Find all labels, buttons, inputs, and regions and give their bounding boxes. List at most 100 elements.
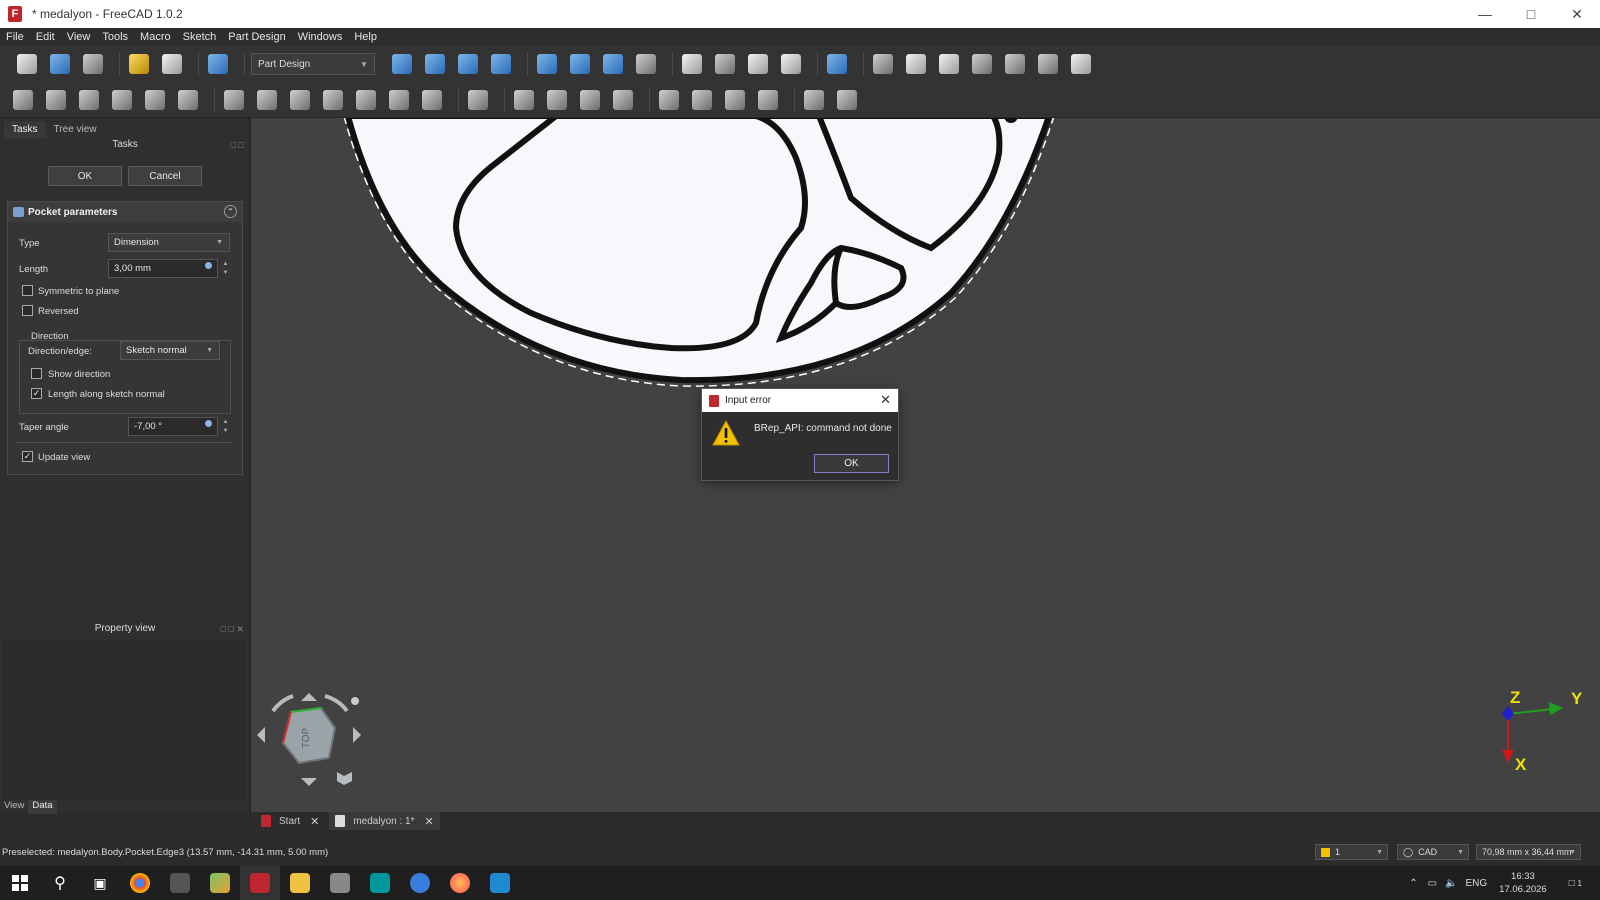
dock-close-icon[interactable]: □ □ ✕	[221, 624, 244, 635]
taskbar-vscode[interactable]	[480, 866, 520, 900]
shape-binder-button[interactable]	[1002, 51, 1028, 77]
taskbar-app-3[interactable]	[200, 866, 240, 900]
create-part-button[interactable]	[679, 51, 705, 77]
body-button[interactable]	[870, 51, 896, 77]
menu-tools[interactable]: Tools	[102, 31, 128, 43]
thickness-button[interactable]	[610, 87, 636, 113]
start-button[interactable]	[0, 866, 40, 900]
fit-selection-button[interactable]	[422, 51, 448, 77]
new-document-button[interactable]	[14, 51, 40, 77]
subtractive-primitive-button[interactable]	[419, 87, 445, 113]
battery-icon[interactable]: ▭	[1428, 878, 1437, 889]
search-button[interactable]: ⚲	[40, 866, 80, 900]
draft-button[interactable]	[577, 87, 603, 113]
taskbar-chrome[interactable]	[120, 866, 160, 900]
refresh-button[interactable]	[205, 51, 231, 77]
tab-tree-view[interactable]: Tree view	[46, 121, 105, 138]
expression-icon[interactable]	[205, 420, 212, 427]
dimension-display[interactable]: 70,98 mm x 36,44 mm ▼	[1476, 844, 1581, 860]
clock[interactable]: 16:33 17.06.2026	[1499, 870, 1547, 896]
datum-plane-button[interactable]	[1068, 51, 1094, 77]
measure-button[interactable]	[600, 51, 626, 77]
length-input[interactable]: 3,00 mm	[108, 259, 218, 278]
close-icon[interactable]: ✕	[425, 815, 434, 828]
taskbar-inkscape[interactable]	[160, 866, 200, 900]
polar-pattern-button[interactable]	[722, 87, 748, 113]
subtractive-helix-button[interactable]	[386, 87, 412, 113]
taskbar-file-explorer[interactable]	[280, 866, 320, 900]
taskbar-app-7[interactable]	[400, 866, 440, 900]
additive-primitive-button[interactable]	[175, 87, 201, 113]
dock-float-icon[interactable]: □ □	[231, 140, 244, 150]
link-button[interactable]	[745, 51, 771, 77]
groove-button[interactable]	[287, 87, 313, 113]
boolean-button[interactable]	[465, 87, 491, 113]
menu-windows[interactable]: Windows	[298, 31, 343, 43]
dialog-close-button[interactable]: ✕	[880, 392, 891, 408]
sub-shape-binder-button[interactable]	[1035, 51, 1061, 77]
taskbar-app-5[interactable]	[320, 866, 360, 900]
minimize-button[interactable]: —	[1462, 0, 1508, 28]
subtractive-loft-button[interactable]	[320, 87, 346, 113]
multi-transform-button[interactable]	[755, 87, 781, 113]
revolution-button[interactable]	[43, 87, 69, 113]
dialog-ok-button[interactable]: OK	[814, 454, 889, 473]
tray-expand-icon[interactable]: ⌃	[1409, 878, 1417, 889]
taskbar-freecad[interactable]	[240, 866, 280, 900]
expression-icon[interactable]	[205, 262, 212, 269]
fit-all-button[interactable]	[389, 51, 415, 77]
whats-this-button[interactable]	[824, 51, 850, 77]
notifications-button[interactable]: □ 1	[1569, 878, 1582, 889]
menu-edit[interactable]: Edit	[36, 31, 55, 43]
close-icon[interactable]: ✕	[310, 815, 319, 828]
length-along-normal-checkbox[interactable]: ✓	[31, 388, 42, 399]
maximize-button[interactable]: □	[1508, 0, 1554, 28]
isometric-view-button[interactable]	[455, 51, 481, 77]
menu-help[interactable]: Help	[354, 31, 377, 43]
symmetric-checkbox[interactable]	[22, 285, 33, 296]
create-group-button[interactable]	[712, 51, 738, 77]
taskbar-firefox[interactable]	[440, 866, 480, 900]
doc-tab-medalyon[interactable]: medalyon : 1* ✕	[329, 812, 440, 830]
taper-spinner[interactable]: ▲ ▼	[221, 417, 230, 436]
3d-viewport[interactable]: TOP Z Y X	[251, 118, 1600, 812]
selection-filter-button[interactable]	[567, 51, 593, 77]
taper-angle-input[interactable]: -7,00 °	[128, 417, 218, 436]
sprocket-button[interactable]	[834, 87, 860, 113]
pad-button[interactable]	[10, 87, 36, 113]
language-indicator[interactable]: ENG	[1466, 878, 1488, 889]
task-cancel-button[interactable]: Cancel	[128, 166, 202, 186]
menu-part-design[interactable]: Part Design	[228, 31, 285, 43]
taskbar-arduino[interactable]	[360, 866, 400, 900]
tab-view[interactable]: View	[0, 800, 28, 814]
open-document-button[interactable]	[47, 51, 73, 77]
mirrored-button[interactable]	[656, 87, 682, 113]
workbench-selector[interactable]: Part Design ▼	[251, 53, 375, 75]
menu-macro[interactable]: Macro	[140, 31, 171, 43]
measure-clearance-button[interactable]	[801, 87, 827, 113]
tab-tasks[interactable]: Tasks	[4, 121, 46, 138]
task-view-button[interactable]: ▣	[80, 866, 120, 900]
update-view-checkbox[interactable]: ✓	[22, 451, 33, 462]
undo-button[interactable]	[126, 51, 152, 77]
length-spinner[interactable]: ▲ ▼	[221, 259, 230, 278]
doc-tab-start[interactable]: Start ✕	[255, 812, 325, 830]
navigation-style-selector[interactable]: ◯ CAD ▼	[1397, 844, 1469, 860]
menu-file[interactable]: File	[6, 31, 24, 43]
subtractive-pipe-button[interactable]	[353, 87, 379, 113]
fillet-button[interactable]	[511, 87, 537, 113]
collapse-icon[interactable]: ⌃	[224, 205, 237, 218]
task-ok-button[interactable]: OK	[48, 166, 122, 186]
chamfer-button[interactable]	[544, 87, 570, 113]
additive-helix-button[interactable]	[142, 87, 168, 113]
draw-style-button[interactable]	[534, 51, 560, 77]
create-sketch-button[interactable]	[903, 51, 929, 77]
create-clone-button[interactable]	[969, 51, 995, 77]
pocket-button[interactable]	[221, 87, 247, 113]
additive-loft-button[interactable]	[76, 87, 102, 113]
pocket-parameters-title[interactable]: Pocket parameters ⌃	[8, 202, 242, 222]
volume-icon[interactable]: 🔈	[1445, 878, 1457, 889]
additive-pipe-button[interactable]	[109, 87, 135, 113]
linear-pattern-button[interactable]	[689, 87, 715, 113]
validate-sketch-button[interactable]	[936, 51, 962, 77]
